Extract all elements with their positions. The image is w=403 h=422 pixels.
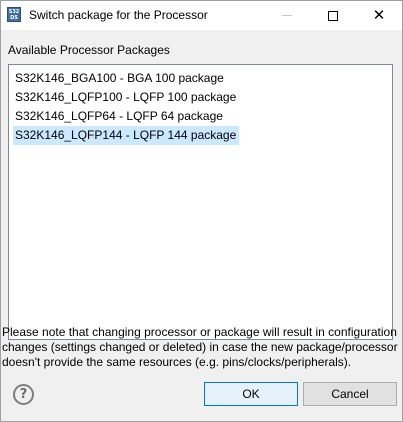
package-item-lqfp100[interactable]: S32K146_LQFP100 - LQFP 100 package (13, 88, 239, 107)
warning-note: Please note that changing processor or p… (2, 325, 398, 369)
package-item-lqfp144[interactable]: S32K146_LQFP144 - LQFP 144 package (13, 126, 240, 145)
minimize-button[interactable] (264, 1, 310, 30)
close-icon: ✕ (372, 6, 386, 24)
package-item-bga100[interactable]: S32K146_BGA100 - BGA 100 package (13, 69, 227, 88)
packages-label: Available Processor Packages (8, 43, 170, 57)
help-icon[interactable]: ? (13, 384, 34, 405)
ok-button[interactable]: OK (204, 382, 298, 406)
maximize-button[interactable] (310, 1, 356, 30)
dialog-window: S32 DS Switch package for the Processor … (0, 0, 403, 422)
packages-listbox[interactable]: S32K146_BGA100 - BGA 100 package S32K146… (8, 64, 393, 340)
maximize-icon (328, 10, 338, 21)
window-title: Switch package for the Processor (29, 8, 208, 22)
package-item-lqfp64[interactable]: S32K146_LQFP64 - LQFP 64 package (13, 107, 226, 126)
minimize-icon (282, 15, 292, 16)
dialog-body: Available Processor Packages S32K146_BGA… (1, 30, 402, 421)
close-button[interactable]: ✕ (356, 1, 402, 30)
title-bar[interactable]: S32 DS Switch package for the Processor … (1, 1, 402, 30)
s32ds-app-icon: S32 DS (7, 7, 21, 22)
cancel-button[interactable]: Cancel (303, 382, 397, 406)
